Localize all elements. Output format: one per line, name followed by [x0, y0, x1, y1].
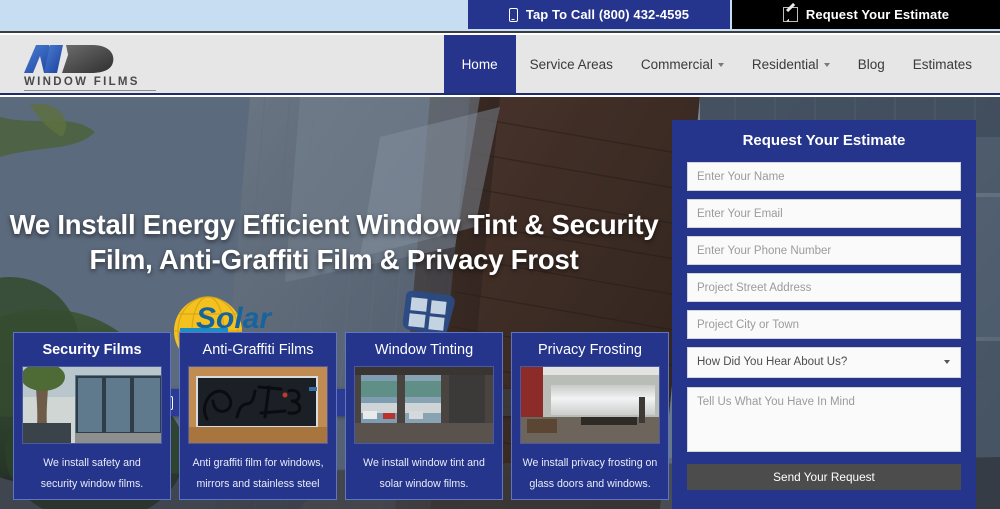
nav-item-service-areas[interactable]: Service Areas [516, 35, 627, 93]
nav-item-residential[interactable]: Residential [738, 35, 844, 93]
site-logo[interactable]: WINDOW FILMS [22, 43, 222, 91]
card-title: Anti-Graffiti Films [202, 342, 314, 358]
card-description: We install safety and security window fi… [40, 457, 144, 491]
service-card-window-tinting[interactable]: Window Tinting We install window tint an… [345, 332, 503, 500]
nav-item-home[interactable]: Home [443, 35, 516, 93]
nav-label-commercial: Commercial [640, 56, 713, 72]
send-request-button[interactable]: Send Your Request [687, 464, 961, 490]
webpage-root: Tap To Call (800) 432-4595 Request Your … [0, 0, 1000, 509]
email-input[interactable] [687, 199, 961, 228]
card-title: Privacy Frosting [538, 342, 642, 358]
form-heading: Request Your Estimate [742, 132, 906, 149]
topbar-call-button[interactable]: Tap To Call (800) 432-4595 [468, 0, 730, 29]
phone-input[interactable] [687, 236, 961, 265]
service-card-privacy-frosting[interactable]: Privacy Frosting We install privacy fros… [511, 332, 669, 500]
service-cards: Security Films We install safety and sec… [13, 332, 669, 500]
card-title: Window Tinting [374, 342, 474, 358]
card-title: Security Films [42, 342, 142, 358]
top-utility-bar: Tap To Call (800) 432-4595 Request Your … [0, 0, 1000, 33]
chevron-down-icon [823, 63, 830, 67]
chevron-down-icon [944, 360, 950, 364]
nav-item-blog[interactable]: Blog [844, 35, 899, 93]
card-image-window-tinting [354, 366, 494, 444]
main-navigation: Home Service Areas Commercial Residentia… [443, 35, 986, 93]
select-value: How Did You Hear About Us? [697, 356, 848, 368]
nav-label-residential: Residential [751, 56, 819, 72]
card-image-anti-graffiti-films [188, 366, 328, 444]
logo-rule [24, 90, 156, 91]
estimate-form-panel: Request Your Estimate How Did You Hear A… [672, 120, 976, 509]
card-description: Anti graffiti film for windows, mirrors … [192, 457, 324, 491]
how-did-you-hear-select[interactable]: How Did You Hear About Us? [687, 347, 961, 378]
panorama-window-icon [402, 290, 455, 335]
street-address-input[interactable] [687, 273, 961, 302]
topbar-call-label: Tap To Call (800) 432-4595 [525, 7, 690, 22]
service-card-security-films[interactable]: Security Films We install safety and sec… [13, 332, 171, 500]
hero-headline: We Install Energy Efficient Window Tint … [0, 207, 668, 277]
topbar-estimate-label: Request Your Estimate [805, 7, 950, 22]
phone-icon [508, 7, 518, 22]
logo-subtitle: WINDOW FILMS [24, 76, 140, 88]
nav-label-service-areas: Service Areas [529, 56, 613, 72]
hero-headline-line1: We Install Energy Efficient Window Tint … [9, 209, 659, 240]
pencil-icon [782, 7, 798, 22]
city-input[interactable] [687, 310, 961, 339]
service-card-anti-graffiti-films[interactable]: Anti-Graffiti Films Anti graffiti film f… [179, 332, 337, 500]
card-image-security-films [22, 366, 162, 444]
card-description: We install window tint and solar window … [363, 457, 485, 491]
nav-label-estimates: Estimates [912, 56, 972, 72]
hero-headline-line2: Film, Anti-Graffiti Film & Privacy Frost [89, 244, 579, 276]
site-header: WINDOW FILMS Home Service Areas Commerci… [0, 35, 1000, 95]
nav-label-blog: Blog [857, 56, 885, 72]
nav-item-commercial[interactable]: Commercial [627, 35, 738, 93]
nav-item-estimates[interactable]: Estimates [899, 35, 986, 93]
message-textarea[interactable] [687, 387, 961, 452]
topbar-estimate-button[interactable]: Request Your Estimate [732, 0, 1000, 29]
nav-label-home: Home [461, 56, 498, 72]
chevron-down-icon [717, 63, 724, 67]
card-image-privacy-frosting [520, 366, 660, 444]
md-logo-icon [24, 45, 114, 73]
name-input[interactable] [687, 162, 961, 191]
card-description: We install privacy frosting on glass doo… [522, 457, 658, 491]
hero-section: We Install Energy Efficient Window Tint … [0, 97, 1000, 509]
